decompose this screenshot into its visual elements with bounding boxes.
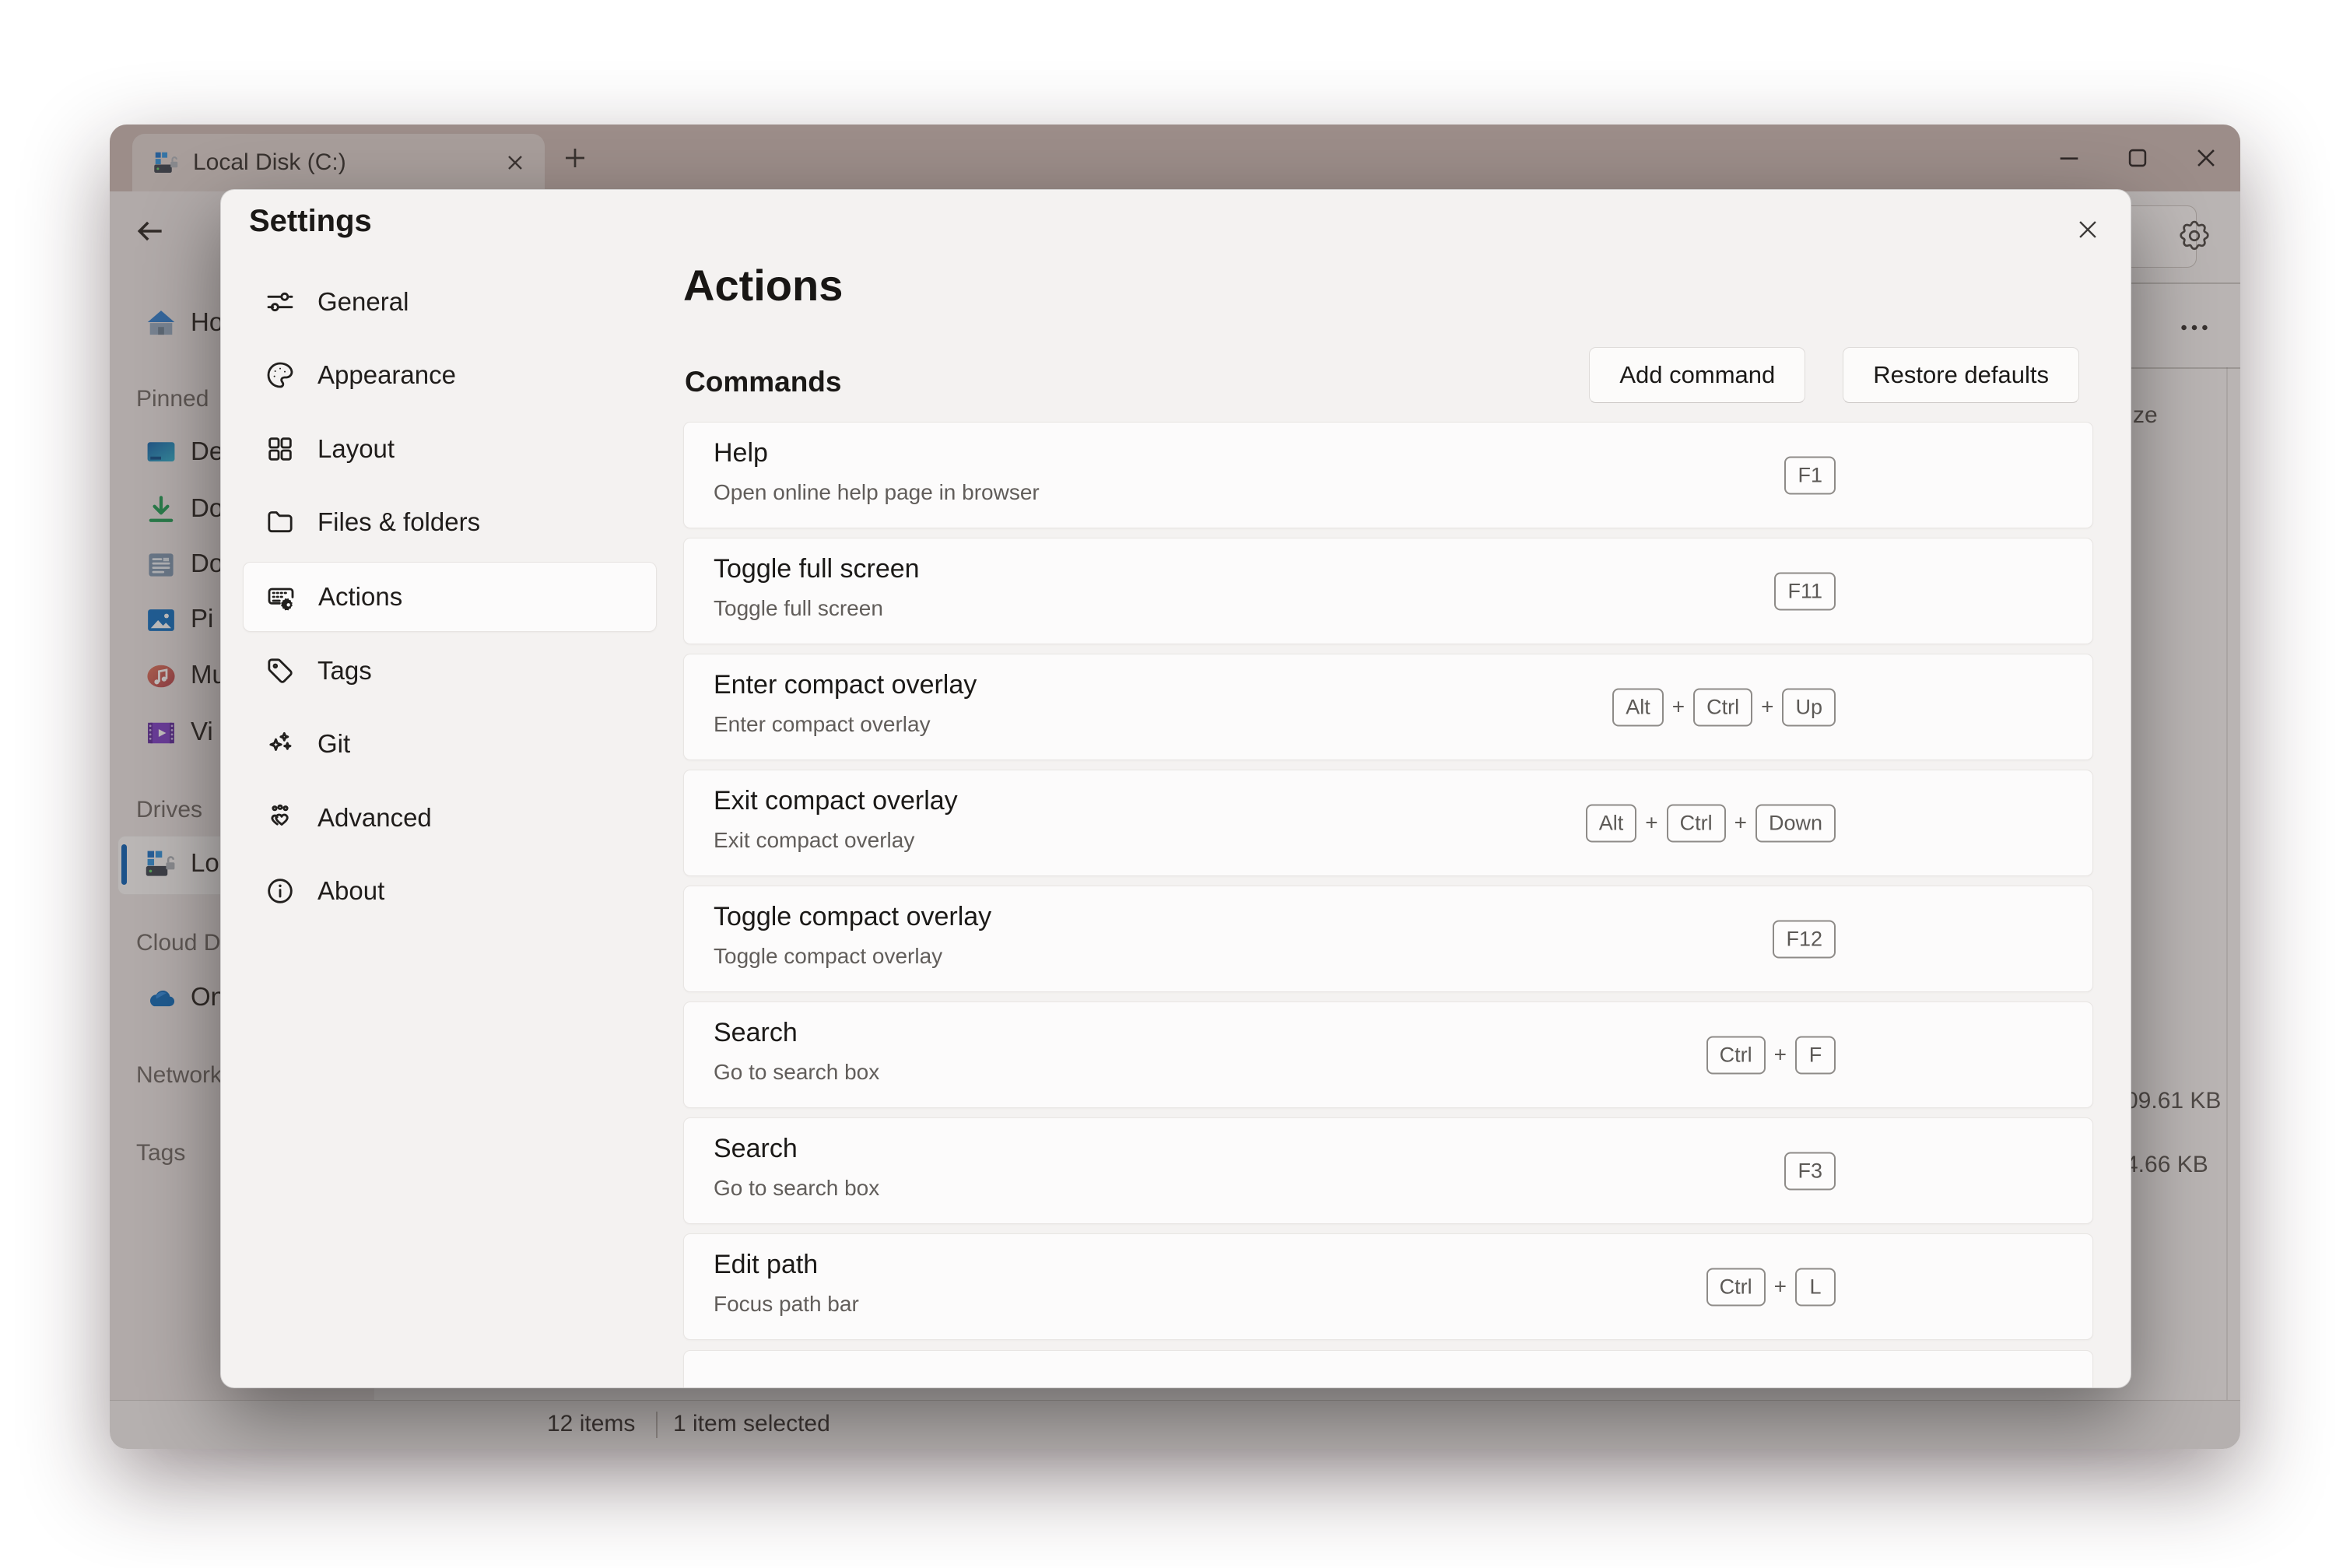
settings-nav-item-tags[interactable]: Tags bbox=[243, 637, 655, 705]
page-title: Actions bbox=[683, 260, 843, 310]
plus-separator: + bbox=[1672, 695, 1685, 720]
keycap: Alt bbox=[1612, 688, 1664, 726]
keycap: F bbox=[1795, 1036, 1836, 1074]
plus-separator: + bbox=[1774, 1275, 1787, 1300]
keycap: Up bbox=[1782, 688, 1836, 726]
settings-nav-item-about[interactable]: About bbox=[243, 857, 655, 925]
keycap: F3 bbox=[1784, 1152, 1836, 1190]
commands-toolbar: Add command Restore defaults bbox=[1589, 347, 2079, 403]
dialog-title: Settings bbox=[249, 204, 372, 239]
command-row[interactable]: Exit compact overlay Exit compact overla… bbox=[683, 770, 2093, 876]
command-row[interactable]: Edit path Focus path bar Ctrl + L bbox=[683, 1233, 2093, 1340]
sparkles-icon bbox=[265, 728, 296, 759]
settings-nav-item-actions[interactable]: Actions bbox=[243, 562, 657, 632]
settings-nav-item-files-folders[interactable]: Files & folders bbox=[243, 488, 655, 556]
keyboard-gear-icon bbox=[265, 581, 296, 612]
command-row-partial[interactable] bbox=[683, 1350, 2093, 1388]
settings-dialog: Settings General Appearance Layout Files… bbox=[220, 189, 2131, 1388]
command-row[interactable]: Toggle full screen Toggle full screen F1… bbox=[683, 538, 2093, 644]
add-command-button[interactable]: Add command bbox=[1589, 347, 1805, 403]
command-row[interactable]: Enter compact overlay Enter compact over… bbox=[683, 654, 2093, 760]
sliders-icon bbox=[265, 286, 296, 317]
command-description: Go to search box bbox=[714, 1060, 879, 1085]
plus-separator: + bbox=[1734, 811, 1747, 836]
command-description: Focus path bar bbox=[714, 1292, 859, 1317]
command-shortcut: Alt + Ctrl + Up bbox=[1612, 688, 1836, 726]
command-shortcut: F11 bbox=[1774, 572, 1836, 610]
keycap: Down bbox=[1755, 804, 1836, 842]
command-description: Exit compact overlay bbox=[714, 828, 914, 853]
plus-separator: + bbox=[1774, 1043, 1787, 1068]
command-shortcut: F12 bbox=[1773, 920, 1836, 958]
settings-nav-item-advanced[interactable]: Advanced bbox=[243, 784, 655, 852]
dialog-close-button[interactable] bbox=[2065, 207, 2110, 252]
keycap: Alt bbox=[1586, 804, 1637, 842]
command-shortcut: Ctrl + F bbox=[1706, 1036, 1836, 1074]
command-description: Go to search box bbox=[714, 1176, 879, 1201]
command-name: Toggle compact overlay bbox=[714, 902, 991, 932]
command-description: Toggle compact overlay bbox=[714, 944, 942, 969]
command-description: Open online help page in browser bbox=[714, 480, 1040, 505]
command-row[interactable]: Search Go to search box F3 bbox=[683, 1117, 2093, 1224]
command-name: Exit compact overlay bbox=[714, 786, 958, 816]
advanced-hearts-icon bbox=[265, 802, 296, 833]
commands-section-label: Commands bbox=[685, 366, 841, 398]
plus-separator: + bbox=[1645, 811, 1657, 836]
command-name: Toggle full screen bbox=[714, 554, 920, 584]
command-shortcut: F1 bbox=[1784, 456, 1836, 494]
keycap: Ctrl bbox=[1693, 688, 1752, 726]
command-name: Help bbox=[714, 438, 768, 468]
command-name: Search bbox=[714, 1018, 798, 1048]
keycap: Ctrl bbox=[1706, 1268, 1766, 1306]
command-name: Enter compact overlay bbox=[714, 670, 977, 700]
tag-icon bbox=[265, 655, 296, 686]
command-description: Toggle full screen bbox=[714, 596, 883, 621]
command-description: Enter compact overlay bbox=[714, 712, 931, 737]
keycap: Ctrl bbox=[1667, 804, 1726, 842]
plus-separator: + bbox=[1761, 695, 1773, 720]
restore-defaults-button[interactable]: Restore defaults bbox=[1843, 347, 2079, 403]
command-name: Search bbox=[714, 1134, 798, 1164]
settings-nav-item-git[interactable]: Git bbox=[243, 710, 655, 778]
settings-nav-item-layout[interactable]: Layout bbox=[243, 415, 655, 483]
settings-nav-item-general[interactable]: General bbox=[243, 268, 655, 336]
command-row[interactable]: Search Go to search box Ctrl + F bbox=[683, 1001, 2093, 1108]
command-name: Edit path bbox=[714, 1250, 818, 1280]
grid-icon bbox=[265, 433, 296, 465]
keycap: F1 bbox=[1784, 456, 1836, 494]
keycap: Ctrl bbox=[1706, 1036, 1766, 1074]
info-icon bbox=[265, 875, 296, 907]
command-shortcut: F3 bbox=[1784, 1152, 1836, 1190]
keycap: F11 bbox=[1774, 572, 1836, 610]
keycap: F12 bbox=[1773, 920, 1836, 958]
command-shortcut: Ctrl + L bbox=[1706, 1268, 1836, 1306]
palette-icon bbox=[265, 360, 296, 391]
folder-icon bbox=[265, 507, 296, 538]
command-shortcut: Alt + Ctrl + Down bbox=[1586, 804, 1836, 842]
settings-nav-item-appearance[interactable]: Appearance bbox=[243, 341, 655, 409]
command-row[interactable]: Help Open online help page in browser F1 bbox=[683, 422, 2093, 528]
command-row[interactable]: Toggle compact overlay Toggle compact ov… bbox=[683, 886, 2093, 992]
keycap: L bbox=[1795, 1268, 1836, 1306]
